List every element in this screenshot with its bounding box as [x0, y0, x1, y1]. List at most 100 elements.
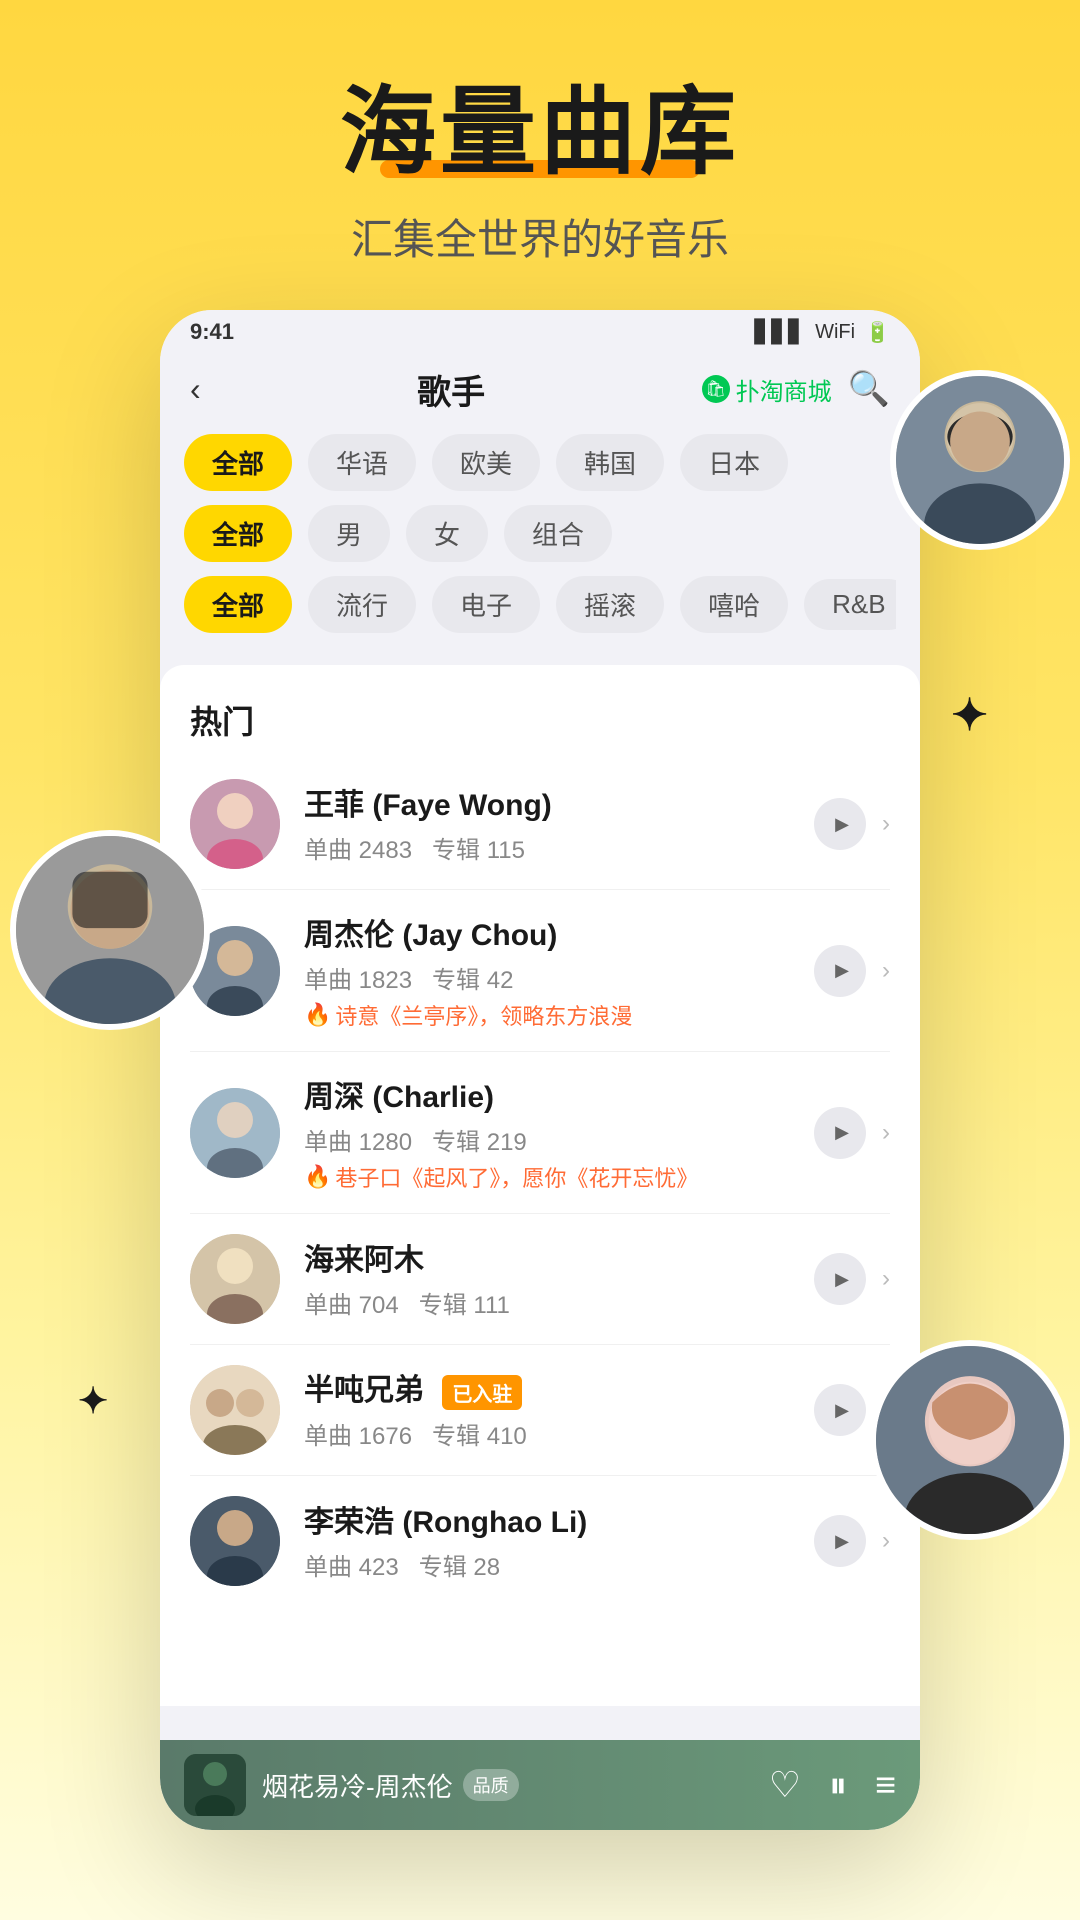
- chevron-right-icon: ›: [882, 810, 890, 838]
- status-bar: 9:41 ▋▋▋ WiFi 🔋: [160, 310, 920, 354]
- shop-button[interactable]: 🛍 扑淘商城: [702, 372, 832, 407]
- artist-name: 王菲 (Faye Wong): [304, 780, 814, 824]
- artist-item[interactable]: 周深 (Charlie) 单曲 1280 专辑 219 🔥 巷子口《起风了》，愿…: [160, 1052, 920, 1213]
- artist-stats: 单曲 1280 专辑 219: [304, 1122, 814, 1157]
- like-button[interactable]: ♡: [769, 1764, 801, 1806]
- filter-chip-korean[interactable]: 韩国: [556, 434, 664, 491]
- artist-actions: ›: [814, 1253, 890, 1305]
- star-decoration-2: ✦: [78, 1380, 108, 1422]
- artist-actions: ›: [814, 945, 890, 997]
- filter-row-1: 全部 华语 欧美 韩国 日本: [184, 434, 896, 491]
- filter-chip-chinese[interactable]: 华语: [308, 434, 416, 491]
- filter-chip-female[interactable]: 女: [406, 505, 488, 562]
- back-button[interactable]: ‹: [190, 371, 201, 408]
- artist-item[interactable]: 王菲 (Faye Wong) 单曲 2483 专辑 115 ›: [160, 759, 920, 889]
- avatar: [190, 1365, 280, 1455]
- artist-stats: 单曲 2483 专辑 115: [304, 830, 814, 865]
- subtitle: 汇集全世界的好音乐: [0, 206, 1080, 267]
- filter-chip-all-3[interactable]: 全部: [184, 576, 292, 633]
- header-section: 海量曲库 汇集全世界的好音乐: [0, 0, 1080, 267]
- artist-item[interactable]: 周杰伦 (Jay Chou) 单曲 1823 专辑 42 🔥 诗意《兰亭序》，领…: [160, 890, 920, 1051]
- artist-tag-text: 巷子口《起风了》，愿你《花开忘忧》: [335, 1161, 698, 1193]
- artist-info: 半吨兄弟 已入驻 单曲 1676 专辑 410: [304, 1365, 814, 1455]
- avatar: [190, 1088, 280, 1178]
- chevron-right-icon: ›: [882, 1265, 890, 1293]
- avatar: [190, 1234, 280, 1324]
- artist-tag: 🔥 诗意《兰亭序》，领略东方浪漫: [304, 999, 814, 1031]
- play-button[interactable]: [814, 1384, 866, 1436]
- filter-chip-western[interactable]: 欧美: [432, 434, 540, 491]
- filter-row-3: 全部 流行 电子 摇滚 嘻哈 R&B: [184, 576, 896, 633]
- play-button[interactable]: [814, 1253, 866, 1305]
- player-quality-badge: 品质: [463, 1769, 519, 1801]
- avatar: [190, 1496, 280, 1586]
- artist-stats: 单曲 1676 专辑 410: [304, 1416, 814, 1451]
- artist-actions: ›: [814, 798, 890, 850]
- filter-chip-rnb[interactable]: R&B: [804, 579, 896, 630]
- player-avatar: [184, 1754, 246, 1816]
- filter-chip-electronic[interactable]: 电子: [432, 576, 540, 633]
- filter-chip-rock[interactable]: 摇滚: [556, 576, 664, 633]
- content-area: 热门 王菲 (Faye Wong) 单曲 2483 专辑 115 ›: [160, 665, 920, 1706]
- chevron-right-icon: ›: [882, 957, 890, 985]
- play-button[interactable]: [814, 1107, 866, 1159]
- fire-icon: 🔥: [304, 1164, 331, 1190]
- filter-chip-male[interactable]: 男: [308, 505, 390, 562]
- artist-name: 海来阿木: [304, 1235, 814, 1279]
- player-controls: ♡ ⏸ ≡: [769, 1764, 896, 1807]
- chevron-right-icon: ›: [882, 1527, 890, 1555]
- nav-bar: ‹ 歌手 🛍 扑淘商城 🔍: [160, 354, 920, 424]
- player-title: 烟花易冷-周杰伦: [262, 1767, 453, 1804]
- playlist-button[interactable]: ≡: [875, 1764, 896, 1806]
- artist-tag-text: 诗意《兰亭序》，领略东方浪漫: [335, 999, 632, 1031]
- nav-right-actions: 🛍 扑淘商城 🔍: [702, 369, 890, 409]
- filter-chip-hiphop[interactable]: 嘻哈: [680, 576, 788, 633]
- chevron-right-icon: ›: [882, 1119, 890, 1147]
- artist-info: 李荣浩 (Ronghao Li) 单曲 423 专辑 28: [304, 1497, 814, 1586]
- phone-mockup: 9:41 ▋▋▋ WiFi 🔋 ‹ 歌手 🛍 扑淘商城 🔍 全部 华语 欧美 韩…: [160, 310, 920, 1830]
- play-button[interactable]: [814, 945, 866, 997]
- artist-info: 周杰伦 (Jay Chou) 单曲 1823 专辑 42 🔥 诗意《兰亭序》，领…: [304, 910, 814, 1031]
- filter-chip-group[interactable]: 组合: [504, 505, 612, 562]
- main-title: 海量曲库: [340, 80, 740, 186]
- floating-avatar-1: [890, 370, 1070, 550]
- bottom-player[interactable]: 烟花易冷-周杰伦 品质 ♡ ⏸ ≡: [160, 1740, 920, 1830]
- play-button[interactable]: [814, 798, 866, 850]
- artist-item[interactable]: 李荣浩 (Ronghao Li) 单曲 423 专辑 28 ›: [160, 1476, 920, 1606]
- artist-name: 半吨兄弟 已入驻: [304, 1365, 814, 1410]
- filter-row-2: 全部 男 女 组合: [184, 505, 896, 562]
- joined-badge: 已入驻: [442, 1375, 522, 1410]
- artist-stats: 单曲 704 专辑 111: [304, 1285, 814, 1320]
- artist-stats: 单曲 423 专辑 28: [304, 1547, 814, 1582]
- fire-icon: 🔥: [304, 1002, 331, 1028]
- avatar: [190, 779, 280, 869]
- shop-label: 扑淘商城: [736, 372, 832, 407]
- shop-icon: 🛍: [702, 375, 730, 403]
- filter-chip-pop[interactable]: 流行: [308, 576, 416, 633]
- artist-name: 周深 (Charlie): [304, 1072, 814, 1116]
- artist-name: 李荣浩 (Ronghao Li): [304, 1497, 814, 1541]
- artist-info: 海来阿木 单曲 704 专辑 111: [304, 1235, 814, 1324]
- artist-stats: 单曲 1823 专辑 42: [304, 960, 814, 995]
- artist-item[interactable]: 半吨兄弟 已入驻 单曲 1676 专辑 410 ›: [160, 1345, 920, 1475]
- floating-avatar-2: [10, 830, 210, 1030]
- artist-info: 王菲 (Faye Wong) 单曲 2483 专辑 115: [304, 780, 814, 869]
- play-button[interactable]: [814, 1515, 866, 1567]
- filter-section: 全部 华语 欧美 韩国 日本 全部 男 女 组合 全部 流行 电子 摇滚 嘻哈 …: [160, 424, 920, 657]
- artist-actions: ›: [814, 1515, 890, 1567]
- filter-chip-japanese[interactable]: 日本: [680, 434, 788, 491]
- filter-chip-all-1[interactable]: 全部: [184, 434, 292, 491]
- search-button[interactable]: 🔍: [848, 369, 890, 409]
- artist-info: 周深 (Charlie) 单曲 1280 专辑 219 🔥 巷子口《起风了》，愿…: [304, 1072, 814, 1193]
- artist-actions: ›: [814, 1107, 890, 1159]
- pause-button[interactable]: ⏸: [829, 1764, 847, 1807]
- section-title: 热门: [160, 689, 920, 759]
- artist-item[interactable]: 海来阿木 单曲 704 专辑 111 ›: [160, 1214, 920, 1344]
- nav-title: 歌手: [417, 365, 485, 414]
- floating-avatar-3: [870, 1340, 1070, 1540]
- star-decoration-1: ✦: [951, 690, 988, 741]
- player-info: 烟花易冷-周杰伦 品质: [262, 1767, 753, 1804]
- artist-tag: 🔥 巷子口《起风了》，愿你《花开忘忧》: [304, 1161, 814, 1193]
- filter-chip-all-2[interactable]: 全部: [184, 505, 292, 562]
- artist-name: 周杰伦 (Jay Chou): [304, 910, 814, 954]
